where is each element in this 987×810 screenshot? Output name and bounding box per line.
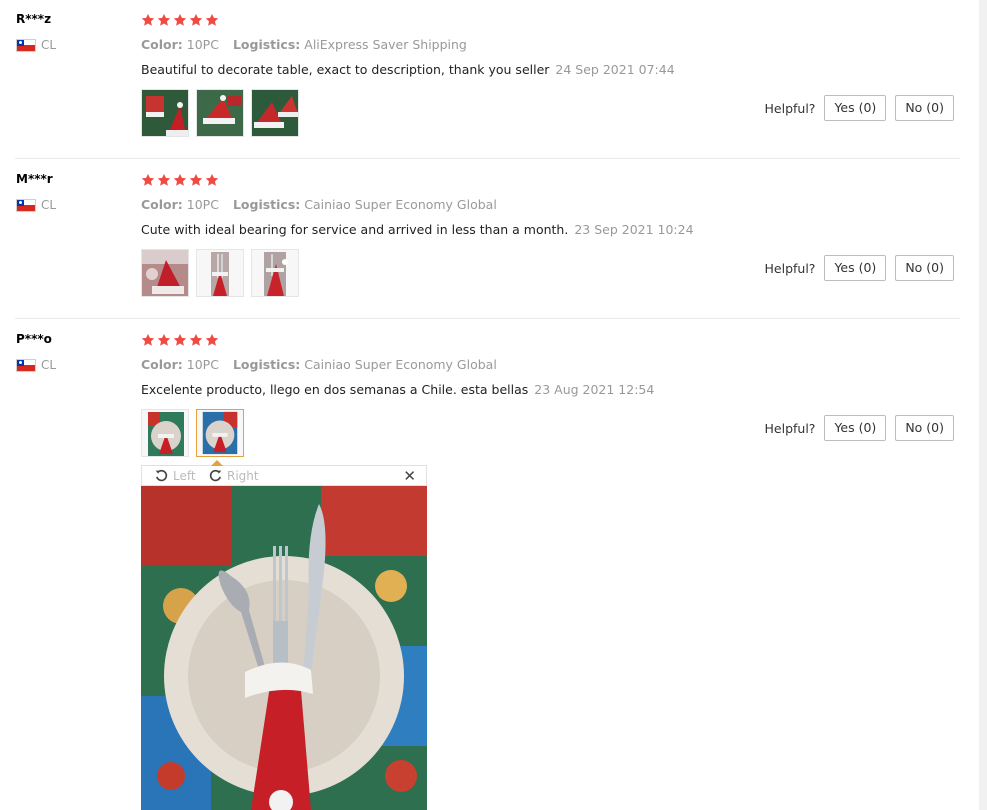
chile-flag-icon xyxy=(16,198,36,212)
star-icon xyxy=(141,13,155,26)
logistics-label: Logistics: xyxy=(232,357,301,372)
helpful-yes-button[interactable]: Yes (0) xyxy=(824,415,887,441)
reviewer-name: P***o xyxy=(16,332,52,346)
review-photo-thumbnail-selected[interactable] xyxy=(196,409,244,457)
rotate-right-icon xyxy=(209,469,222,482)
reviewer-name: M***r xyxy=(16,172,53,186)
logistics-label: Logistics: xyxy=(232,37,301,52)
review-date: 24 Sep 2021 07:44 xyxy=(555,62,675,77)
review-photos xyxy=(141,249,299,297)
star-icon xyxy=(189,173,203,186)
color-label: Color: xyxy=(141,37,183,52)
photo-viewer: Left Right ✕ xyxy=(141,460,427,810)
star-rating xyxy=(141,333,219,347)
order-info: Color: 10PC Logistics: Cainiao Super Eco… xyxy=(141,197,497,212)
star-icon xyxy=(173,173,187,186)
country-code: CL xyxy=(41,198,57,212)
helpful-label: Helpful? xyxy=(764,260,816,276)
review-photo-thumbnail[interactable] xyxy=(141,409,189,457)
star-icon xyxy=(157,173,171,186)
review-text: Excelente producto, llego en dos semanas… xyxy=(141,382,529,397)
reviewer-country: CL xyxy=(16,198,56,212)
review-photos xyxy=(141,409,244,457)
helpful-yes-button[interactable]: Yes (0) xyxy=(824,255,887,281)
viewer-pointer xyxy=(211,460,223,466)
color-label: Color: xyxy=(141,357,183,372)
reviewer-country: CL xyxy=(16,358,56,372)
star-icon xyxy=(173,333,187,346)
review-text: Cute with ideal bearing for service and … xyxy=(141,222,569,237)
review-divider xyxy=(15,158,960,159)
review-text-row: Beautiful to decorate table, exact to de… xyxy=(141,62,675,77)
review-text-row: Cute with ideal bearing for service and … xyxy=(141,222,694,237)
review-photo-thumbnail[interactable] xyxy=(251,249,299,297)
review-photo-large xyxy=(141,486,427,810)
helpful-voting: Helpful? Yes (0) No (0) xyxy=(765,255,954,281)
star-icon xyxy=(189,333,203,346)
color-value: 10PC xyxy=(186,37,219,52)
star-icon xyxy=(157,13,171,26)
rotate-left-icon xyxy=(155,469,168,482)
country-code: CL xyxy=(41,38,57,52)
review-photo-thumbnail[interactable] xyxy=(251,89,299,137)
order-info: Color: 10PC Logistics: AliExpress Saver … xyxy=(141,37,467,52)
order-info: Color: 10PC Logistics: Cainiao Super Eco… xyxy=(141,357,497,372)
review-divider xyxy=(15,318,960,319)
star-rating xyxy=(141,13,219,27)
star-icon xyxy=(173,13,187,26)
helpful-label: Helpful? xyxy=(764,100,816,116)
color-label: Color: xyxy=(141,197,183,212)
review-photo-thumbnail[interactable] xyxy=(196,89,244,137)
star-icon xyxy=(189,13,203,26)
chile-flag-icon xyxy=(16,38,36,52)
rotate-left-label: Left xyxy=(173,468,196,483)
rotate-right-label: Right xyxy=(227,468,259,483)
reviewer-name: R***z xyxy=(16,12,52,26)
review-photo-thumbnail[interactable] xyxy=(141,89,189,137)
star-icon xyxy=(205,13,219,26)
color-value: 10PC xyxy=(186,357,219,372)
color-value: 10PC xyxy=(186,197,219,212)
review-item: M***r CL Color: 10PC Logistics: Cainiao … xyxy=(0,160,960,319)
helpful-no-button[interactable]: No (0) xyxy=(895,415,954,441)
star-icon xyxy=(157,333,171,346)
review-text: Beautiful to decorate table, exact to de… xyxy=(141,62,550,77)
logistics-value: Cainiao Super Economy Global xyxy=(304,357,497,372)
scrollbar-track[interactable] xyxy=(979,0,987,810)
chile-flag-icon xyxy=(16,358,36,372)
review-item: R***z CL Color: 10PC Logistics: AliExpre… xyxy=(0,0,960,159)
review-photo-thumbnail[interactable] xyxy=(196,249,244,297)
viewer-toolbar: Left Right ✕ xyxy=(141,460,427,486)
review-text-row: Excelente producto, llego en dos semanas… xyxy=(141,382,654,397)
star-icon xyxy=(205,333,219,346)
country-code: CL xyxy=(41,358,57,372)
star-icon xyxy=(141,173,155,186)
review-photos xyxy=(141,89,299,137)
reviewer-country: CL xyxy=(16,38,56,52)
logistics-label: Logistics: xyxy=(232,197,301,212)
logistics-value: Cainiao Super Economy Global xyxy=(304,197,497,212)
rotate-left-button[interactable]: Left xyxy=(154,468,196,483)
star-icon xyxy=(205,173,219,186)
review-date: 23 Aug 2021 12:54 xyxy=(534,382,655,397)
rotate-right-button[interactable]: Right xyxy=(208,468,259,483)
review-date: 23 Sep 2021 10:24 xyxy=(574,222,694,237)
helpful-no-button[interactable]: No (0) xyxy=(895,255,954,281)
helpful-no-button[interactable]: No (0) xyxy=(895,95,954,121)
helpful-label: Helpful? xyxy=(764,420,816,436)
helpful-voting: Helpful? Yes (0) No (0) xyxy=(765,415,954,441)
review-photo-thumbnail[interactable] xyxy=(141,249,189,297)
star-rating xyxy=(141,173,219,187)
close-icon[interactable]: ✕ xyxy=(403,467,416,485)
logistics-value: AliExpress Saver Shipping xyxy=(304,37,467,52)
helpful-yes-button[interactable]: Yes (0) xyxy=(824,95,887,121)
star-icon xyxy=(141,333,155,346)
helpful-voting: Helpful? Yes (0) No (0) xyxy=(765,95,954,121)
